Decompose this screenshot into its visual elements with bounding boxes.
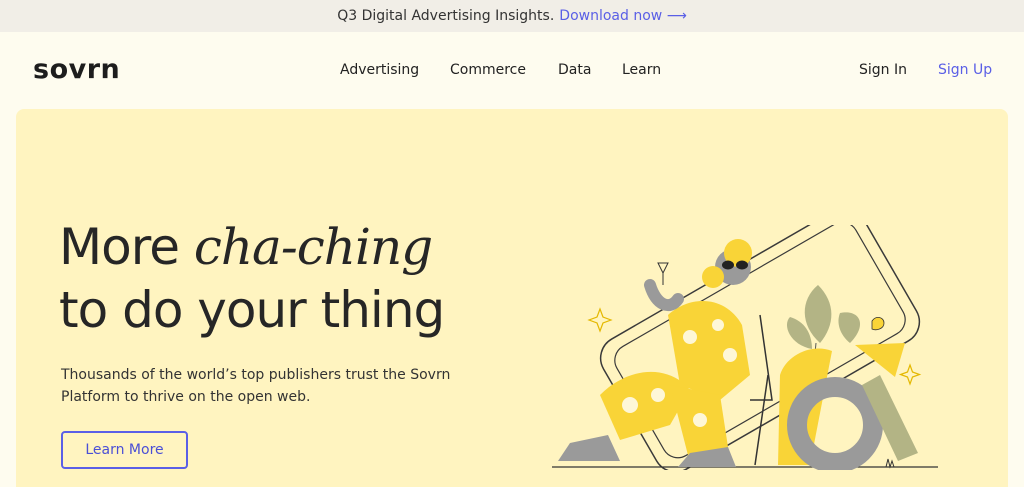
yellow-arrow <box>855 343 905 377</box>
sign-in-link[interactable]: Sign In <box>859 62 907 78</box>
chair <box>750 314 773 401</box>
headline-line-1: More cha-ching <box>59 216 444 279</box>
learn-more-button[interactable]: Learn More <box>61 431 188 469</box>
sovrn-logo[interactable]: sovrn <box>33 54 120 85</box>
nav-data[interactable]: Data <box>558 62 591 78</box>
hero-illustration <box>552 225 938 470</box>
sparkle-left <box>587 307 613 333</box>
arrow-right-icon[interactable]: ⟶ <box>667 8 687 24</box>
nav-learn[interactable]: Learn <box>622 62 661 78</box>
bird <box>871 317 885 331</box>
hero-headline: More cha-ching to do your thing <box>59 216 445 342</box>
navbar: sovrn Advertising Commerce Data Learn Si… <box>0 32 1024 108</box>
hero-subtext: Thousands of the world’s top publishers … <box>61 367 451 405</box>
sunglasses <box>722 260 734 270</box>
headline-prefix: More <box>59 218 194 276</box>
announcement-text: Q3 Digital Advertising Insights. <box>337 8 555 24</box>
download-link-label[interactable]: Download now <box>559 8 662 24</box>
cocktail-glass <box>657 262 669 275</box>
headline-emphasis: cha-ching <box>193 218 433 276</box>
sparkle-right <box>898 363 922 386</box>
grass-tuft <box>885 458 895 469</box>
download-link[interactable]: Download now ⟶ <box>559 8 686 24</box>
headline-line-2: to do your thing <box>59 281 445 339</box>
person <box>558 239 773 467</box>
nav-commerce[interactable]: Commerce <box>450 62 526 78</box>
announcement-bar: Q3 Digital Advertising Insights. Downloa… <box>0 0 1024 32</box>
nav-advertising[interactable]: Advertising <box>340 62 419 78</box>
sign-up-link[interactable]: Sign Up <box>938 62 992 78</box>
left-boot <box>558 435 620 461</box>
